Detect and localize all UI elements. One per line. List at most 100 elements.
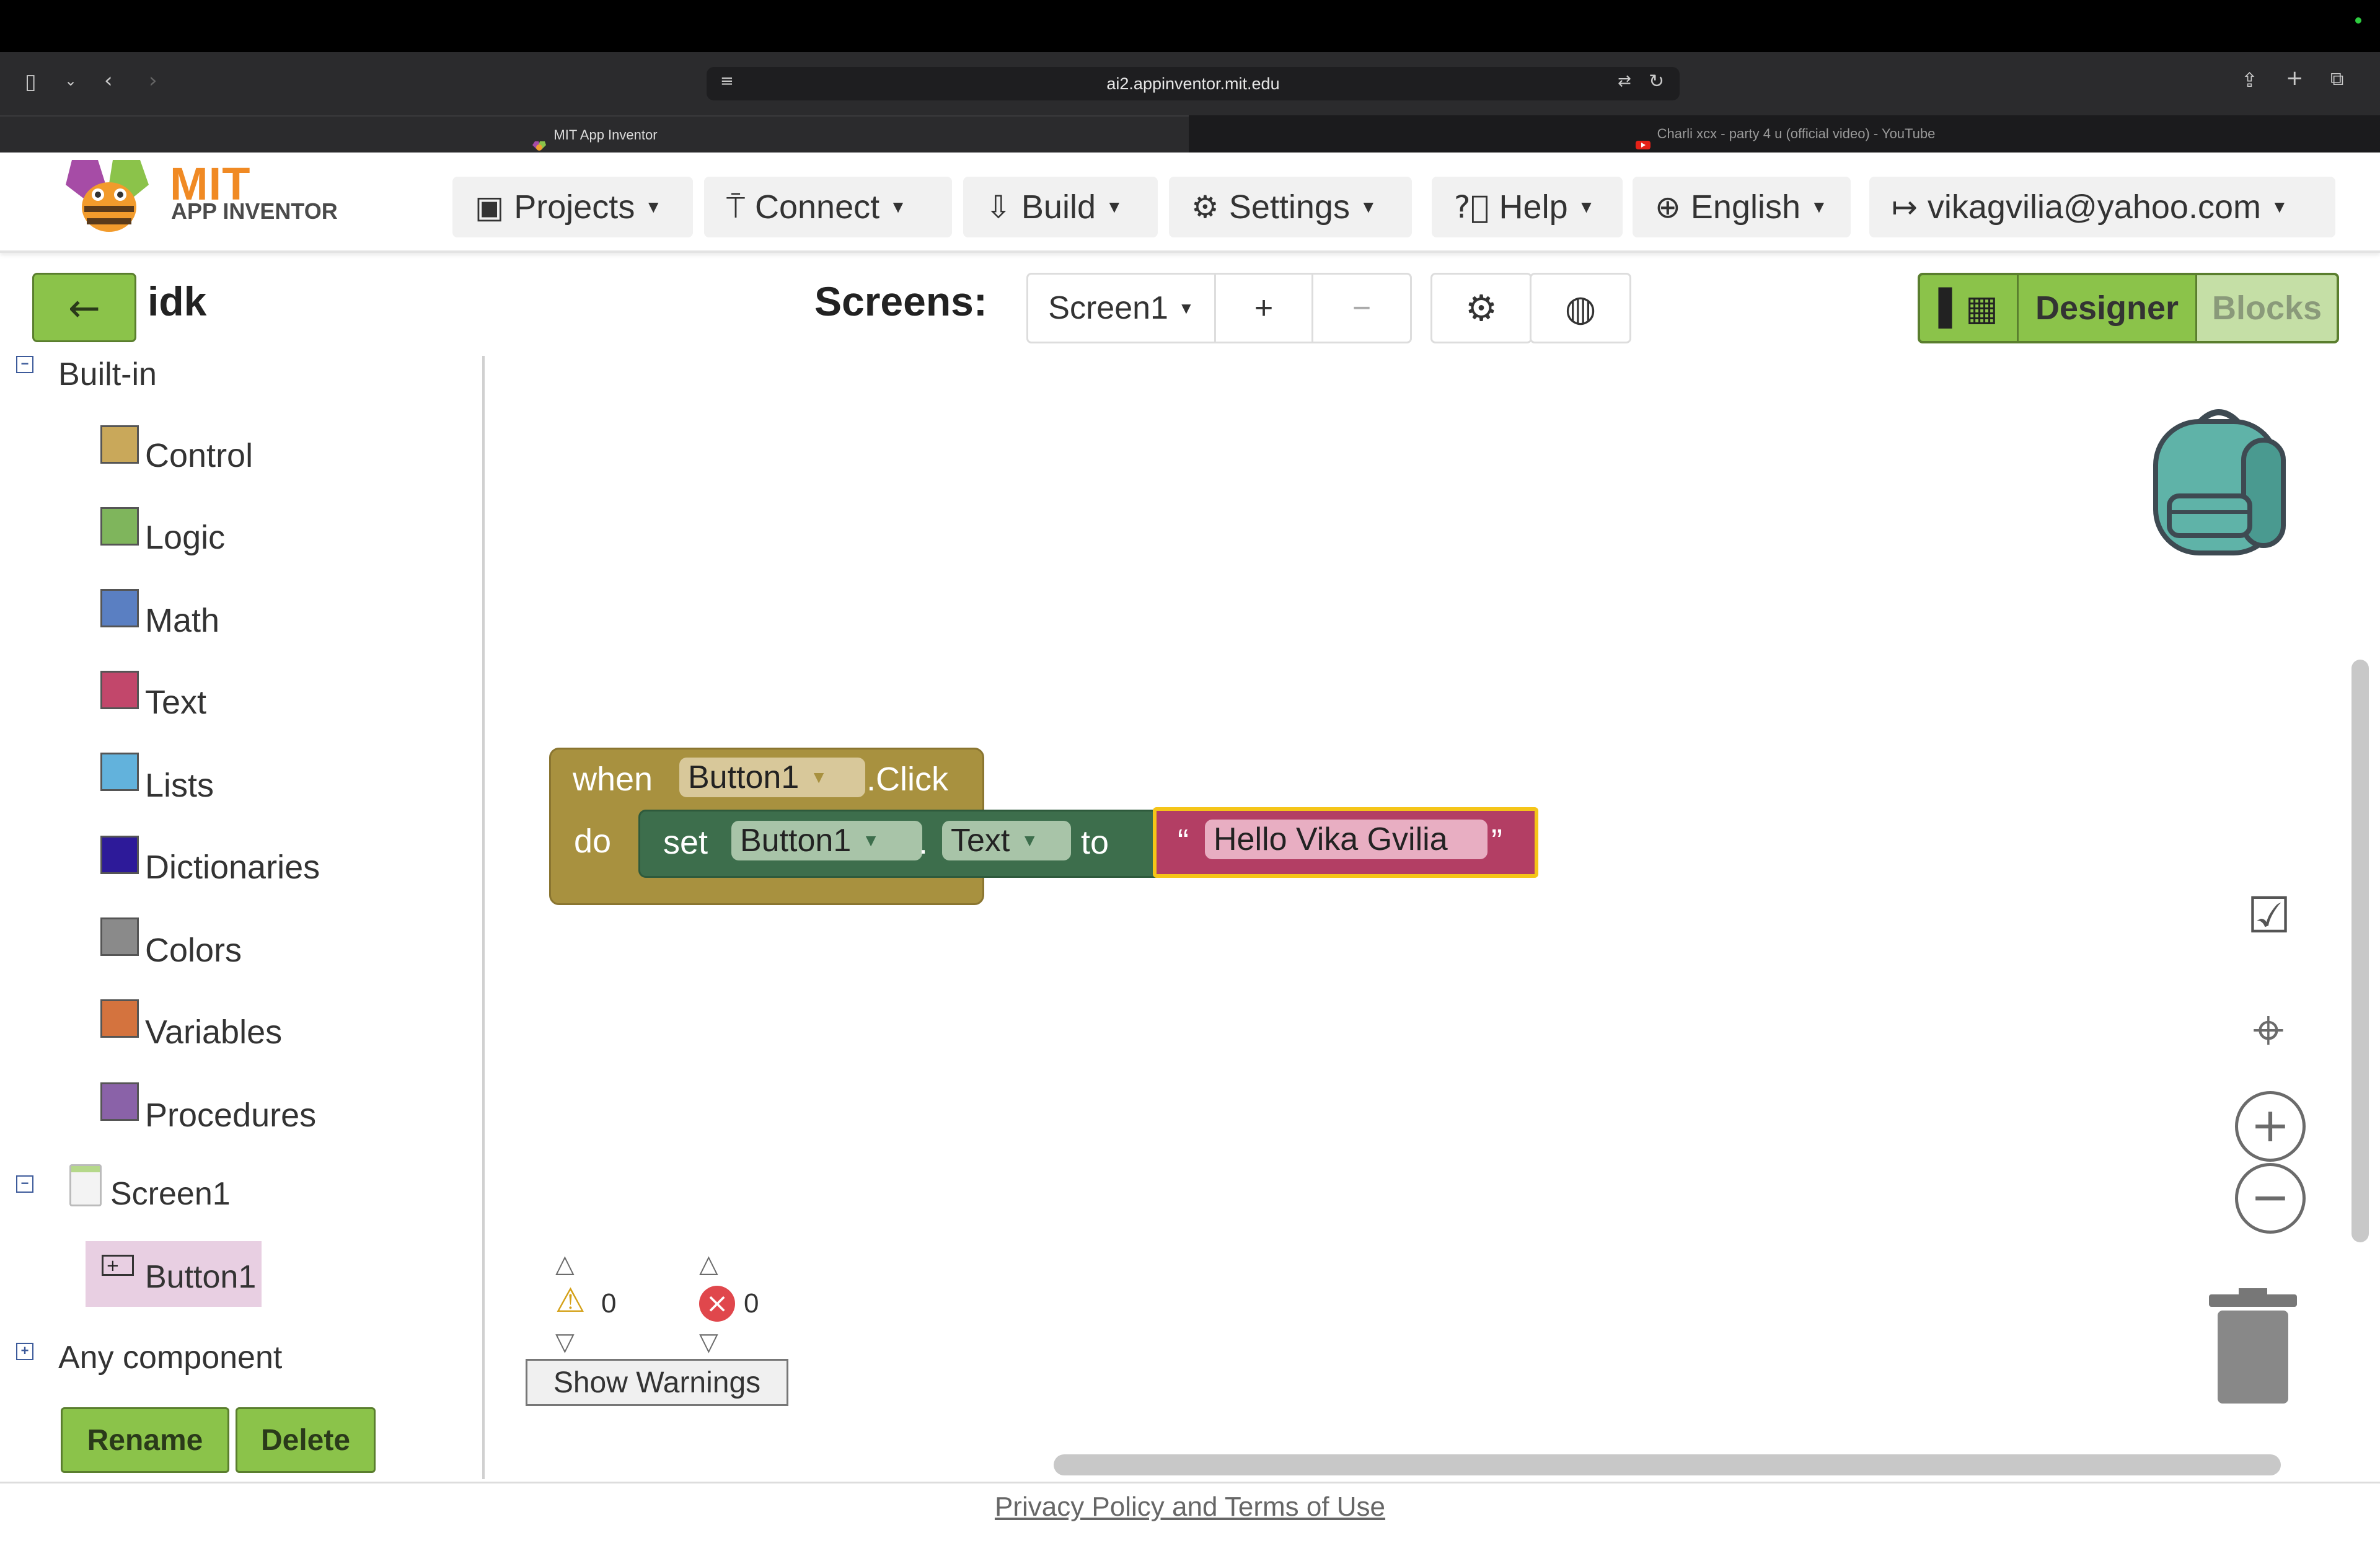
archive-icon: ▣ [475, 189, 505, 225]
screens-label: Screens: [814, 278, 987, 324]
logout-icon: ↦ [1892, 189, 1918, 225]
blocks-drawer-sidebar: − Built-in Control Logic Math Text Lists… [0, 356, 485, 1479]
add-screen-button[interactable]: + [1216, 275, 1313, 342]
chevron-down-icon[interactable]: ⌄ [64, 72, 77, 89]
project-name: idk [148, 278, 207, 324]
project-properties-button[interactable]: ⚙ [1430, 273, 1532, 343]
tab-mit-app-inventor[interactable]: MIT App Inventor [0, 115, 1189, 154]
remove-screen-button[interactable]: − [1313, 275, 1410, 342]
category-dictionaries[interactable]: Dictionaries [145, 848, 320, 886]
arrange-blocks-checkbox-icon[interactable]: ☑ [2236, 883, 2302, 948]
caret-down-icon: ▼ [1577, 197, 1595, 216]
text-swatch-icon [100, 671, 139, 709]
layout-toggle-button[interactable]: ▌▦ [1920, 275, 2019, 341]
colors-swatch-icon [100, 917, 139, 956]
back-nav-icon[interactable]: ‹ [104, 68, 113, 93]
collapse-builtin-icon[interactable]: − [16, 356, 33, 373]
delete-button[interactable]: Delete [236, 1407, 376, 1473]
category-variables[interactable]: Variables [145, 1013, 282, 1051]
category-procedures[interactable]: Procedures [145, 1096, 316, 1134]
dot-separator: . [919, 824, 928, 861]
caret-down-icon: ▼ [2270, 197, 2288, 216]
app-inventor-logo-icon[interactable] [60, 154, 159, 236]
forward-nav-icon[interactable]: › [149, 68, 157, 93]
back-to-projects-button[interactable]: ← [32, 273, 136, 342]
vertical-scrollbar[interactable] [2351, 660, 2369, 1242]
tab-youtube[interactable]: Charli xcx - party 4 u (official video) … [1190, 115, 2380, 153]
horizontal-scrollbar[interactable] [1054, 1454, 2281, 1475]
procedures-swatch-icon [100, 1082, 139, 1121]
screen-controls: Screen1 ▼ + − [1026, 273, 1412, 343]
screen1-node[interactable]: Screen1 [110, 1175, 231, 1213]
open-quote: “ [1178, 823, 1189, 860]
sidebar-toggle-icon[interactable]: ▯ [25, 69, 37, 94]
menu-label: Projects [514, 188, 635, 226]
account-menu[interactable]: ↦ vikagvilia@yahoo.com ▼ [1869, 177, 2335, 237]
caret-down-icon: ▼ [1178, 298, 1194, 317]
rename-button[interactable]: Rename [61, 1407, 229, 1473]
antenna-icon: ⍑ [726, 188, 745, 225]
menu-label: English [1690, 188, 1801, 226]
show-warnings-button[interactable]: Show Warnings [526, 1359, 788, 1406]
blocks-button[interactable]: Blocks [2197, 275, 2337, 341]
menu-label: Connect [755, 188, 880, 226]
language-menu[interactable]: ⊕ English ▼ [1633, 177, 1851, 237]
category-colors[interactable]: Colors [145, 931, 242, 970]
settings-menu[interactable]: ⚙ Settings ▼ [1169, 177, 1412, 237]
projects-menu[interactable]: ▣ Projects ▼ [452, 177, 693, 237]
reload-icon[interactable]: ↻ [1649, 71, 1664, 92]
help-menu[interactable]: ?⃝ Help ▼ [1432, 177, 1623, 237]
to-keyword: to [1081, 824, 1109, 861]
property-dropdown[interactable]: Text ▼ [942, 821, 1071, 860]
new-tab-icon[interactable]: + [2286, 66, 2304, 91]
click-event-label: .Click [866, 761, 948, 798]
category-logic[interactable]: Logic [145, 518, 225, 557]
dictionaries-swatch-icon [100, 836, 139, 874]
close-quote: ” [1491, 823, 1502, 860]
backpack-icon[interactable] [2144, 403, 2293, 560]
caret-down-icon: ▼ [1105, 197, 1123, 216]
category-text[interactable]: Text [145, 683, 206, 722]
download-icon: ⇩ [985, 189, 1011, 225]
lists-swatch-icon [100, 753, 139, 791]
tab-overview-icon[interactable]: ⧉ [2330, 68, 2343, 90]
variables-swatch-icon [100, 999, 139, 1038]
warnings-count: 0 [601, 1288, 617, 1319]
event-component-dropdown[interactable]: Button1 ▼ [679, 758, 865, 797]
button1-node[interactable]: + Button1 [86, 1241, 262, 1307]
setter-component-dropdown[interactable]: Button1 ▼ [731, 821, 922, 860]
next-error-arrow-icon[interactable]: ▽ [699, 1328, 718, 1356]
build-menu[interactable]: ⇩ Build ▼ [963, 177, 1158, 237]
trash-icon[interactable] [2206, 1286, 2299, 1406]
prev-error-arrow-icon[interactable]: △ [699, 1250, 718, 1278]
prev-warning-arrow-icon[interactable]: △ [555, 1250, 575, 1278]
privacy-policy-link[interactable]: Privacy Policy and Terms of Use [0, 1492, 2380, 1523]
builtin-heading: Built-in [58, 356, 157, 392]
category-math[interactable]: Math [145, 601, 219, 640]
caret-down-icon: ▼ [1359, 197, 1377, 216]
category-lists[interactable]: Lists [145, 766, 214, 805]
logic-swatch-icon [100, 507, 139, 546]
screen-select-dropdown[interactable]: Screen1 ▼ [1028, 275, 1216, 342]
collapse-screen-icon[interactable]: − [16, 1175, 33, 1193]
translate-icon[interactable]: ⇄ [1618, 72, 1631, 91]
text-value-field[interactable]: Hello Vika Gvilia [1205, 820, 1488, 859]
address-bar[interactable]: ≡ ai2.appinventor.mit.edu ⇄ ↻ [707, 67, 1680, 100]
expand-any-component-icon[interactable]: + [16, 1343, 33, 1360]
zoom-out-icon[interactable]: − [2235, 1163, 2306, 1234]
error-icon: × [699, 1286, 735, 1322]
menu-label: Settings [1228, 188, 1350, 226]
globe-icon: ⊕ [1655, 189, 1681, 225]
category-control[interactable]: Control [145, 436, 253, 475]
blocks-workspace[interactable] [485, 356, 2380, 1479]
language-globe-button[interactable]: ◍ [1530, 273, 1631, 343]
next-warning-arrow-icon[interactable]: ▽ [555, 1328, 575, 1356]
any-component-node[interactable]: Any component [58, 1339, 282, 1376]
zoom-in-icon[interactable]: + [2235, 1091, 2306, 1162]
designer-button[interactable]: Designer [2019, 275, 2197, 341]
share-icon[interactable]: ⇪ [2241, 68, 2258, 92]
caret-down-icon: ▼ [645, 197, 663, 216]
recenter-target-icon[interactable]: ⌖ [2234, 996, 2303, 1065]
connect-menu[interactable]: ⍑ Connect ▼ [704, 177, 952, 237]
camera-indicator-icon [2355, 17, 2361, 24]
